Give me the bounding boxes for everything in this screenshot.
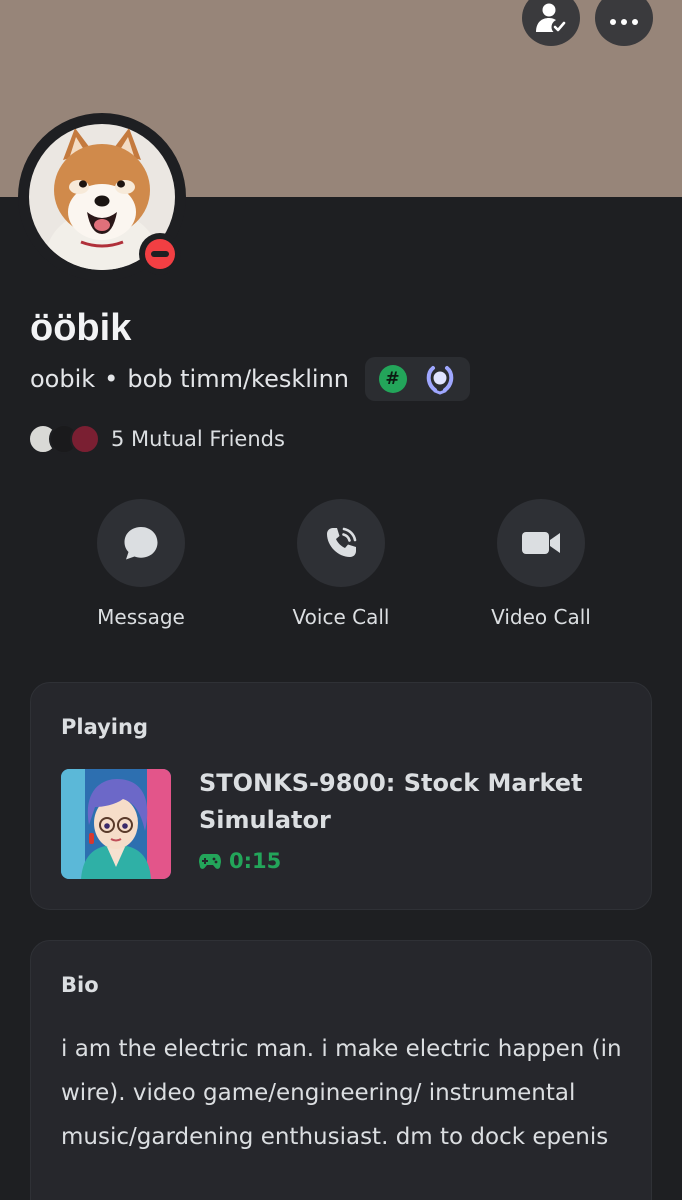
video-call-button[interactable] — [497, 499, 585, 587]
more-dots-icon — [610, 19, 638, 25]
video-camera-icon — [522, 532, 560, 554]
person-check-icon — [536, 3, 567, 35]
message-button[interactable] — [97, 499, 185, 587]
elapsed-time-value: 0:15 — [229, 849, 282, 873]
elapsed-time: 0:15 — [199, 849, 281, 873]
voice-call-action[interactable]: Voice Call — [261, 499, 421, 629]
status-indicator — [139, 233, 181, 275]
voice-call-label: Voice Call — [292, 605, 390, 629]
voice-call-button[interactable] — [297, 499, 385, 587]
mutual-friend-avatar — [70, 424, 100, 454]
bio-heading: Bio — [61, 973, 99, 997]
display-name: ööbik — [30, 307, 132, 349]
phone-icon — [327, 527, 357, 557]
game-cover-image — [61, 769, 171, 879]
message-label: Message — [97, 605, 185, 629]
laurel-badge-icon[interactable] — [423, 362, 457, 396]
bio-card: Bio i am the electric man. i make electr… — [30, 940, 652, 1200]
mutual-friends-button[interactable]: 5 Mutual Friends — [28, 422, 285, 456]
activity-card[interactable]: Playing STONKS-9800: Stock Market Simula… — [30, 682, 652, 910]
hashtag-badge-icon[interactable]: # — [378, 365, 407, 393]
username-row: oobik • bob timm/kesklinn # — [30, 357, 470, 401]
badge-list[interactable]: # — [365, 357, 470, 401]
do-not-disturb-icon — [145, 239, 175, 269]
gamepad-icon — [199, 854, 221, 869]
bio-text: i am the electric man. i make electric h… — [61, 1036, 622, 1150]
avatar-container[interactable] — [18, 113, 186, 281]
message-action[interactable]: Message — [61, 499, 221, 629]
anime-character-cover-art — [61, 769, 171, 879]
chat-bubble-icon — [124, 527, 158, 560]
activity-heading: Playing — [61, 715, 148, 739]
video-call-label: Video Call — [491, 605, 591, 629]
video-call-action[interactable]: Video Call — [461, 499, 621, 629]
game-title: STONKS-9800: Stock Market Simulator — [199, 769, 583, 834]
pronouns: bob timm/kesklinn — [127, 365, 349, 393]
mutual-friends-label: 5 Mutual Friends — [111, 427, 285, 451]
username: oobik — [30, 365, 96, 393]
username-separator: • — [104, 365, 119, 393]
